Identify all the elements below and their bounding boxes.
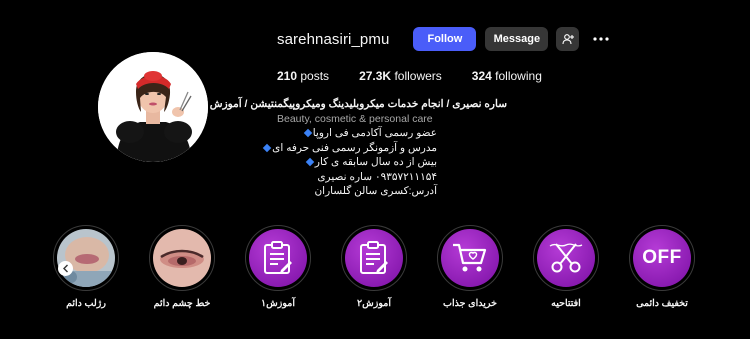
highlight-cover <box>537 229 595 287</box>
clipboard-icon <box>360 241 388 274</box>
highlight-cover <box>153 229 211 287</box>
highlight-item[interactable]: خط چشم دائم <box>142 225 222 309</box>
highlight-cover <box>441 229 499 287</box>
follow-button[interactable]: Follow <box>413 27 477 51</box>
bio-line: بیش از ده سال سابقه ی کار <box>277 155 437 170</box>
highlight-label: خط چشم دائم <box>153 298 211 309</box>
profile-avatar[interactable] <box>98 52 208 162</box>
highlight-cover <box>345 229 403 287</box>
highlight-ring: OFF <box>629 225 695 291</box>
chevron-left-icon <box>63 264 68 273</box>
highlight-ring <box>437 225 503 291</box>
story-highlights: رژلب دائم خط چشم دائم آموزش۱ آموزش۲ خرید… <box>46 225 726 325</box>
more-options-button[interactable] <box>589 27 613 51</box>
blue-diamond-icon <box>305 157 315 167</box>
highlight-ring <box>149 225 215 291</box>
avatar-photo <box>98 52 208 162</box>
highlight-item[interactable]: افتتاحیه <box>526 225 606 309</box>
bio-line: عضو رسمی آکادمی فی اروپا <box>277 126 437 141</box>
highlight-ring <box>533 225 599 291</box>
highlight-item[interactable]: OFF تخفیف دائمی <box>622 225 702 309</box>
blue-diamond-icon <box>303 128 312 138</box>
following-stat[interactable]: 324 following <box>472 69 542 83</box>
bio-line: مدرس و آزمونگر رسمی فنی حرفه ای <box>262 141 437 156</box>
highlight-label: افتتاحیه <box>551 298 581 309</box>
posts-count: 210 <box>277 69 298 83</box>
posts-stat: 210 posts <box>277 69 329 83</box>
bio-line: ۰۹۳۵۷۲۱۱۱۵۴ ساره نصیری <box>317 170 437 183</box>
cart-icon <box>453 243 487 272</box>
eyeliner-photo <box>153 229 211 287</box>
followers-label: followers <box>394 69 442 83</box>
suggested-users-button[interactable] <box>556 27 580 51</box>
message-button[interactable]: Message <box>485 27 549 51</box>
clipboard-icon <box>264 241 292 274</box>
highlight-label: آموزش۱ <box>261 298 295 309</box>
scroll-left-button[interactable] <box>58 261 73 276</box>
bio-name-line: ساره نصیری / انجام خدمات میکروبلیدینگ وم… <box>209 98 507 110</box>
posts-label: posts <box>300 69 330 83</box>
profile-bio: ساره نصیری / انجام خدمات میکروبلیدینگ وم… <box>209 97 507 199</box>
off-badge-text: OFF <box>642 247 682 268</box>
username: sarehnasiri_pmu <box>277 30 390 48</box>
scissors-icon <box>549 243 583 273</box>
highlight-label: رژلب دائم <box>66 298 106 309</box>
lips-photo <box>57 229 115 287</box>
followers-count: 27.3K <box>359 69 392 83</box>
highlight-cover <box>57 229 115 287</box>
highlight-cover <box>249 229 307 287</box>
blue-diamond-icon <box>262 143 272 152</box>
more-dots-icon <box>593 37 609 41</box>
add-user-icon <box>562 34 574 45</box>
following-label: following <box>495 69 542 83</box>
highlight-ring <box>341 225 407 291</box>
highlight-label: آموزش۲ <box>357 298 391 309</box>
highlight-item[interactable]: خریدای جذاب <box>430 225 510 309</box>
highlight-ring <box>53 225 119 291</box>
highlight-item[interactable]: آموزش۲ <box>334 225 414 309</box>
highlight-ring <box>245 225 311 291</box>
highlight-label: خریدای جذاب <box>443 298 497 309</box>
bio-line: آدرس:کسری سالن گلساران <box>314 185 437 197</box>
highlight-cover: OFF <box>633 229 691 287</box>
bio-category: Beauty, cosmetic & personal care <box>277 112 433 125</box>
highlight-label: تخفیف دائمی <box>636 298 688 309</box>
highlight-item[interactable]: رژلب دائم <box>46 225 126 309</box>
following-count: 324 <box>471 69 492 83</box>
profile-stats: 210 posts 27.3K followers 324 following <box>277 69 572 83</box>
profile-header: sarehnasiri_pmu Follow Message <box>277 26 613 52</box>
followers-stat[interactable]: 27.3K followers <box>359 69 442 83</box>
highlight-item[interactable]: آموزش۱ <box>238 225 318 309</box>
